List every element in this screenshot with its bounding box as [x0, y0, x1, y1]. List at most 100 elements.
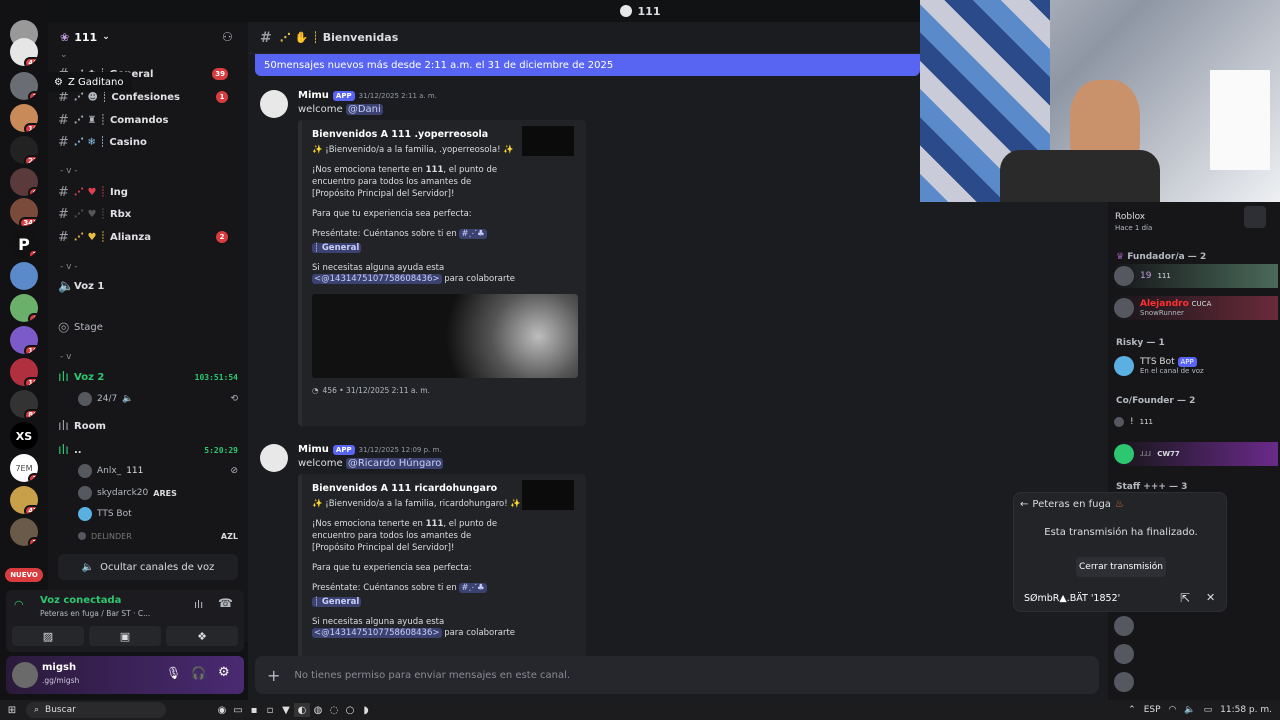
category-label[interactable]: - v — [60, 352, 71, 362]
member-row[interactable] — [1114, 642, 1278, 666]
voice-status[interactable]: Voz conectada — [40, 595, 121, 606]
windows-start-icon[interactable]: ⊞ — [4, 703, 20, 717]
voice-channel-dots[interactable]: ılı.. 5:20:29 — [58, 440, 238, 460]
server-icon[interactable]: 18 — [10, 358, 38, 386]
server-icon[interactable]: 22 — [10, 136, 38, 164]
server-icon[interactable]: P3 — [10, 230, 38, 258]
voice-user[interactable]: 24/7 🔈 ⟲ — [78, 391, 238, 407]
message-input[interactable]: + No tienes permiso para enviar mensajes… — [255, 656, 1099, 694]
channel-mention[interactable]: ┊ General — [312, 596, 362, 607]
member-row[interactable]: 19 111 — [1114, 264, 1278, 288]
new-messages-bar[interactable]: 50mensajes nuevos más desde 2:11 a.m. el… — [255, 54, 920, 76]
camera-off-button[interactable]: ▨ — [12, 626, 84, 646]
server-icon[interactable]: 7 — [10, 518, 38, 546]
category-label[interactable]: ⌄ — [60, 50, 68, 60]
channel-title: Bienvenidas — [322, 31, 399, 44]
voice-user[interactable]: skydarck20 ARES — [78, 485, 177, 501]
avatar[interactable] — [260, 90, 288, 118]
role-mention[interactable]: <@1431475107758608436> — [312, 274, 442, 285]
app-icon[interactable]: ▫ — [262, 703, 278, 717]
channel-comandos[interactable]: # ⋰ ♜ ┊ Comandos — [58, 110, 238, 130]
category-label[interactable]: - v - — [60, 262, 78, 272]
brave-icon[interactable]: ▼ — [278, 703, 294, 717]
channel-alianza[interactable]: # ⋰ ♥ ┊ Alianza 2 — [58, 227, 238, 247]
voice-detail[interactable]: Peteras en fuga / Bar ST · C... — [40, 609, 180, 618]
screen-share-button[interactable]: ▣ — [89, 626, 161, 646]
member-row[interactable] — [1114, 670, 1278, 694]
server-icon[interactable]: 48 — [10, 38, 38, 66]
member-row[interactable]: ! 111 — [1114, 410, 1278, 434]
channel-rbx[interactable]: # ⋰ ♥ ┊ Rbx — [58, 204, 238, 224]
popout-icon[interactable]: ⇱ — [1180, 591, 1190, 605]
server-icon[interactable] — [10, 262, 38, 290]
chrome-icon[interactable]: ◉ — [214, 703, 230, 717]
hide-voice-channels-button[interactable]: 🔈 Ocultar canales de voz — [58, 554, 238, 580]
member-row[interactable]: ɹɹɹ CW77 — [1114, 442, 1278, 466]
server-header[interactable]: ❀ 111 ⌄ — [60, 28, 110, 46]
search-box[interactable]: ⌕ Buscar — [26, 702, 166, 718]
embed-line: Para que tu experiencia sea perfecta: — [312, 562, 472, 573]
voice-channel-voz1[interactable]: 🔈 Voz 1 — [58, 276, 104, 296]
voice-channel-room[interactable]: ılı Room — [58, 416, 106, 436]
server-icon[interactable]: XS — [10, 422, 38, 450]
stage-channel[interactable]: ◎ Stage — [58, 317, 103, 337]
voice-user[interactable]: TTS Bot — [78, 506, 132, 522]
voice-channel-voz2[interactable]: ılı Voz 2 103:51:54 — [58, 367, 238, 387]
server-icon[interactable]: 1 — [10, 72, 38, 100]
settings-gear-icon[interactable]: ⚙ — [218, 665, 230, 680]
app-icon[interactable]: ◌ — [326, 703, 342, 717]
server-icon[interactable]: 7EM 2 — [10, 454, 38, 482]
noise-icon[interactable]: ılı — [194, 598, 203, 611]
channel-mention[interactable]: ┊ General — [312, 242, 362, 253]
channel-mention[interactable]: #⋰♣ — [459, 582, 487, 593]
app-icon[interactable]: ○ — [342, 703, 358, 717]
disconnect-icon[interactable]: ☎ — [218, 596, 233, 610]
chevron-up-icon[interactable]: ⌃ — [1128, 705, 1136, 715]
avatar[interactable] — [260, 444, 288, 472]
avatar[interactable] — [12, 662, 38, 688]
member-row[interactable] — [1114, 614, 1278, 638]
close-stream-button[interactable]: Cerrar transmisión — [1076, 557, 1166, 577]
user-mention[interactable]: @Dani — [345, 104, 383, 115]
server-icon[interactable]: 345 — [10, 198, 38, 226]
app-icon[interactable]: ▪ — [246, 703, 262, 717]
server-icon[interactable]: 47 — [10, 486, 38, 514]
discord-icon[interactable]: ◐ — [294, 703, 310, 717]
lang-indicator[interactable]: ESP — [1144, 705, 1161, 715]
embed-bold: 111 — [425, 519, 444, 530]
channel-ing[interactable]: # ⋰ ♥ ┊ Ing — [58, 182, 238, 202]
server-icon[interactable]: 16 — [10, 104, 38, 132]
close-icon[interactable]: ✕ — [1206, 591, 1215, 604]
activities-button[interactable]: ❖ — [166, 626, 238, 646]
author-name[interactable]: Mimu — [298, 90, 329, 101]
category-label[interactable]: - v - — [60, 166, 78, 176]
embed-image[interactable] — [312, 294, 578, 379]
headphones-icon[interactable]: 🎧 — [191, 666, 206, 680]
server-icon[interactable]: 80 — [10, 390, 38, 418]
channel-casino[interactable]: # ⋰ ❄ ┊ Casino — [58, 132, 238, 152]
server-icon[interactable]: 4 — [10, 294, 38, 322]
popup-header[interactable]: ← Peteras en fuga ♨ — [1020, 499, 1124, 510]
member-row[interactable]: TTS Bot APP En el canal de voz — [1114, 354, 1278, 378]
voice-user[interactable]: DELINDER AZL — [78, 528, 238, 544]
spotify-icon[interactable]: ◍ — [310, 703, 326, 717]
folder-icon[interactable]: ▭ — [230, 703, 246, 717]
author-name[interactable]: Mimu — [298, 444, 329, 455]
server-icon[interactable]: 6 — [10, 168, 38, 196]
nuevo-badge[interactable]: NUEVO — [5, 568, 43, 582]
channel-mention[interactable]: #⋰♣ — [459, 228, 487, 239]
channel-label: Rbx — [109, 208, 132, 220]
add-attachment-icon[interactable]: + — [267, 666, 280, 685]
steam-icon[interactable]: ◗ — [358, 703, 374, 717]
role-mention[interactable]: <@1431475107758608436> — [312, 628, 442, 639]
wifi-icon[interactable]: ◠ — [1169, 705, 1177, 715]
user-mention[interactable]: @Ricardo Húngaro — [345, 458, 444, 469]
microphone-icon[interactable]: 🎙 — [166, 666, 181, 680]
server-icon[interactable]: 19 — [10, 326, 38, 354]
clock[interactable]: 11:58 p. m. — [1220, 705, 1272, 715]
member-row[interactable]: Alejandro CUCA SnowRunner — [1114, 296, 1278, 320]
volume-icon[interactable]: 🔈 — [1184, 705, 1195, 715]
add-user-icon[interactable]: ⚇ — [222, 30, 233, 44]
voice-user[interactable]: Anlx_ 111 ⊘ — [78, 463, 238, 479]
battery-icon[interactable]: ▭ — [1204, 705, 1213, 715]
